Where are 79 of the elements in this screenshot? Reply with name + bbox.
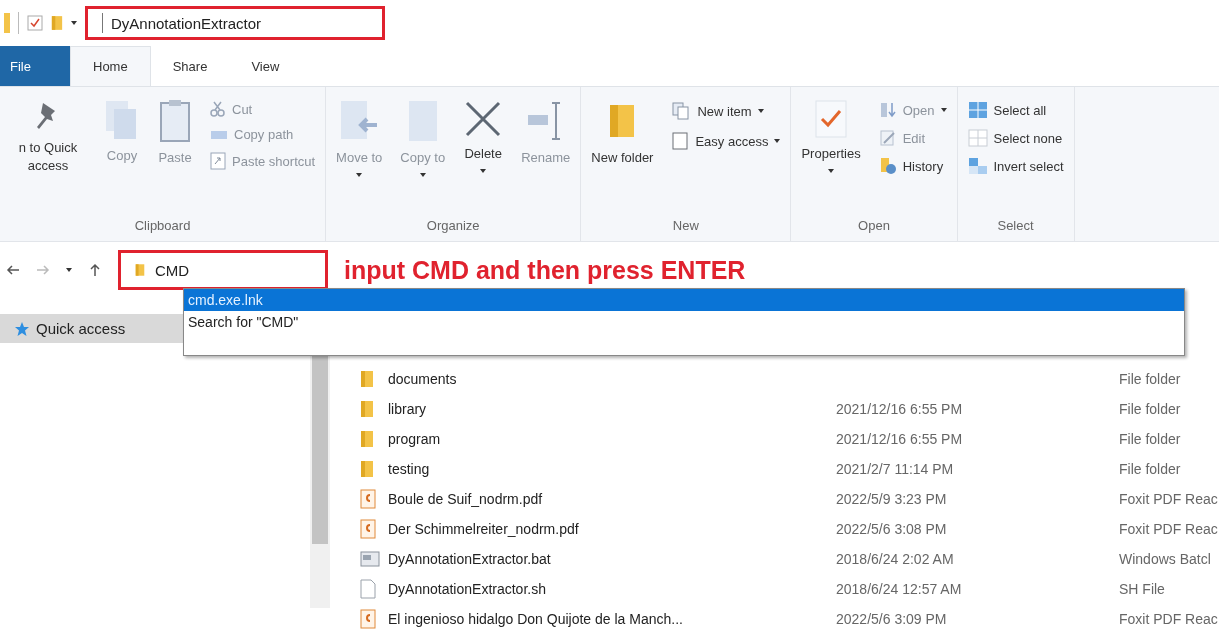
back-arrow-icon[interactable]: [6, 263, 20, 277]
edit-icon: [878, 129, 897, 147]
folder-icon: [51, 14, 63, 32]
file-icon: [360, 579, 376, 599]
date-cell-text: 2022/5/6 3:08 PM: [836, 521, 948, 537]
suggestion-item[interactable]: cmd.exe.lnk: [184, 289, 1184, 311]
checkmark-icon: [814, 99, 849, 139]
type-cell-text: Windows Batcl: [1119, 551, 1212, 567]
ribbon-button[interactable]: Invert select: [965, 155, 1066, 177]
date-cell-text: 2018/6/24 12:57 AM: [836, 581, 963, 597]
ribbon-button[interactable]: New item: [669, 99, 783, 123]
group-label: New: [671, 218, 700, 235]
file-name[interactable]: testing: [388, 461, 828, 477]
type-cell-text: File folder: [1119, 431, 1182, 447]
batch-file-icon: [360, 550, 380, 568]
scissors-icon: [210, 101, 226, 117]
file-name[interactable]: DyAnnotationExtractor.bat: [388, 551, 828, 567]
ribbon-button[interactable]: Select none: [965, 127, 1066, 149]
date-cell-text: 2021/2/7 11:14 PM: [836, 461, 955, 477]
date-cell-text: 2021/12/16 6:55 PM: [836, 401, 964, 417]
group-label: Select: [996, 218, 1035, 235]
open-icon: [878, 101, 897, 119]
document-icon: [671, 131, 690, 151]
checkmark-icon[interactable]: [27, 15, 43, 31]
grid-icon: [967, 129, 988, 147]
ribbon-tab[interactable]: Share: [150, 46, 230, 86]
folder-icon: [360, 460, 374, 478]
type-cell: Foxit PDF Reac: [1119, 491, 1219, 507]
folder-icon: [360, 400, 374, 418]
new-item-icon: [671, 101, 692, 121]
group-label: Open: [857, 218, 891, 235]
file-name[interactable]: DyAnnotationExtractor.sh: [388, 581, 828, 597]
type-cell-text: SH File: [1119, 581, 1166, 597]
folder-icon: [135, 261, 145, 279]
window-title: DyAnnotationExtractor: [85, 6, 385, 40]
file-name[interactable]: Der Schimmelreiter_nodrm.pdf: [388, 521, 828, 537]
type-cell: Foxit PDF Reac: [1119, 611, 1219, 627]
pdf-file-icon: [360, 609, 376, 629]
type-cell-text: File folder: [1119, 461, 1182, 477]
ribbon-button[interactable]: Easy access: [669, 129, 783, 153]
file-name[interactable]: El ingenioso hidalgo Don Quijote de la Manch...: [388, 611, 828, 627]
annotation-text: input CMD and then press ENTER: [344, 255, 746, 285]
file-name[interactable]: program: [388, 431, 828, 447]
folder-icon: [360, 430, 374, 448]
ribbon-button[interactable]: New folder: [589, 95, 656, 218]
type-cell-text: File folder: [1119, 371, 1182, 387]
group-label: Clipboard: [133, 218, 192, 235]
date-cell-text: 2022/5/6 3:09 PM: [836, 611, 948, 627]
folder-icon: [360, 370, 374, 388]
file-name[interactable]: Boule de Suif_nodrm.pdf: [388, 491, 828, 507]
ribbon-button[interactable]: History: [876, 155, 949, 177]
ribbon-tab[interactable]: Home: [70, 46, 151, 86]
clipboard-icon: [158, 99, 192, 143]
pdf-file-icon: [360, 519, 376, 539]
ribbon-tab[interactable]: View: [229, 46, 302, 86]
nav-item[interactable]: Quick access: [0, 314, 183, 343]
suggestion-item[interactable]: Search for "CMD": [184, 311, 1184, 333]
group-label: Organize: [425, 218, 481, 235]
grid-icon: [967, 101, 988, 119]
date-cell-text: 2021/12/16 6:55 PM: [836, 431, 964, 447]
ribbon-tab[interactable]: File: [0, 46, 70, 86]
date-cell-text: 2022/5/9 3:23 PM: [836, 491, 948, 507]
caret-icon: [71, 21, 77, 25]
grid-icon: [967, 157, 988, 175]
caret-icon: [66, 268, 72, 272]
ribbon-button[interactable]: Select all: [965, 99, 1066, 121]
history-icon: [878, 157, 897, 175]
date-cell-text: 2018/6/24 2:02 AM: [836, 551, 955, 567]
file-name[interactable]: documents: [388, 371, 828, 387]
ribbon-button[interactable]: Delete: [461, 95, 506, 218]
up-arrow-icon[interactable]: [88, 263, 102, 277]
type-cell: Foxit PDF Reac: [1119, 521, 1219, 537]
shortcut-icon: [210, 152, 226, 170]
ribbon-button[interactable]: n to Quick access: [8, 95, 88, 218]
star-icon: [14, 320, 30, 337]
type-cell-text: File folder: [1119, 401, 1182, 417]
file-name[interactable]: library: [388, 401, 828, 417]
pdf-file-icon: [360, 489, 376, 509]
ribbon-button[interactable]: Properties: [799, 95, 863, 218]
